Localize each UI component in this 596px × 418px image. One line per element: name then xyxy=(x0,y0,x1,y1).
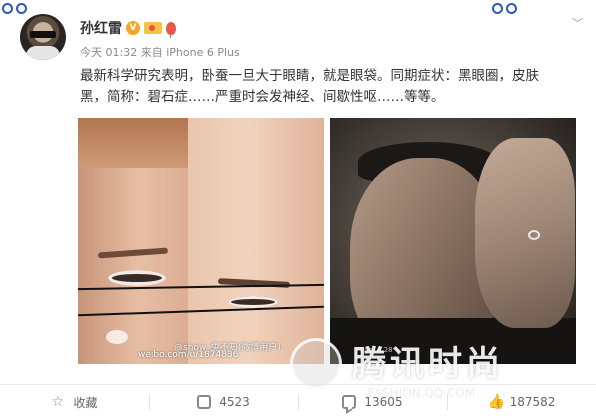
post-text-line: 最新科学研究表明，卧蚕一旦大于眼睛，就是眼袋。同期症状：黑眼圈，皮肤 xyxy=(80,68,539,84)
bike-decoration-icon xyxy=(0,0,30,16)
avatar[interactable] xyxy=(20,14,66,60)
chevron-down-icon[interactable]: ﹀ xyxy=(572,18,584,29)
user-name-row: 孙红雷 V xyxy=(80,18,176,38)
source-prefix: 来自 xyxy=(140,46,163,59)
post-time[interactable]: 今天 01:32 xyxy=(80,46,137,59)
post-source[interactable]: iPhone 6 Plus xyxy=(166,46,240,59)
post-image-portrait[interactable]: 09s. 8.28 xyxy=(330,118,576,364)
repost-button[interactable]: 4523 xyxy=(149,386,298,418)
repost-count: 4523 xyxy=(219,395,250,409)
post-text: 最新科学研究表明，卧蚕一旦大于眼睛，就是眼袋。同期症状：黑眼圈，皮肤 黑，简称：… xyxy=(80,66,580,108)
thumbs-up-icon: 👍 xyxy=(487,394,506,410)
hand xyxy=(475,138,575,328)
image-watermark-url: weibo.com/u/1874836 xyxy=(138,350,239,360)
ring-icon xyxy=(528,230,540,240)
face-right xyxy=(188,118,324,364)
tencent-logo-icon xyxy=(290,338,342,390)
eye xyxy=(108,270,166,286)
bike-decoration-icon xyxy=(490,0,520,16)
post-text-line: 黑，简称：碧石症……严重时会发神经、间歇性呕……等等。 xyxy=(80,89,445,105)
crown-icon[interactable] xyxy=(144,22,162,34)
divider xyxy=(0,384,596,385)
like-count: 187582 xyxy=(509,395,556,409)
comment-count: 13605 xyxy=(364,395,403,409)
repost-icon xyxy=(197,395,212,409)
verified-icon[interactable]: V xyxy=(126,21,140,35)
hair xyxy=(78,118,188,168)
favorite-label: 收藏 xyxy=(73,395,98,410)
user-name[interactable]: 孙红雷 xyxy=(80,18,122,38)
eye xyxy=(228,296,278,308)
weibo-logo-icon xyxy=(106,330,128,344)
post-image-comparison[interactable]: @show_兔不知(微博用户) weibo.com/u/1874836 xyxy=(78,118,324,364)
post-meta: 今天 01:32 来自 iPhone 6 Plus xyxy=(80,44,240,60)
like-button[interactable]: 👍 187582 xyxy=(447,386,596,418)
weibo-post: ﹀ 孙红雷 V 今天 01:32 来自 iPhone 6 Plus 最新科学研究… xyxy=(0,0,596,418)
action-bar: ☆ 收藏 4523 13605 👍 187582 xyxy=(0,386,596,418)
star-icon: ☆ xyxy=(51,394,65,410)
tencent-fashion-watermark: 腾讯时尚 xyxy=(352,344,504,384)
balloon-icon[interactable] xyxy=(166,21,176,38)
comment-button[interactable]: 13605 xyxy=(298,386,447,418)
comment-icon xyxy=(342,395,357,409)
favorite-button[interactable]: ☆ 收藏 xyxy=(0,386,149,418)
